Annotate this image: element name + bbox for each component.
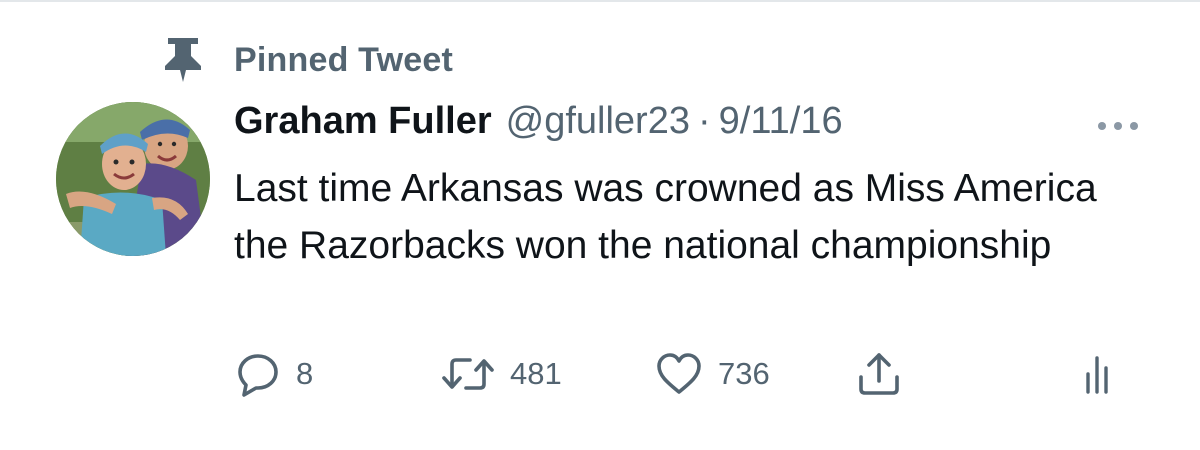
retweet-icon xyxy=(440,350,496,398)
pinned-indicator: Pinned Tweet xyxy=(160,36,453,84)
tweet-date[interactable]: 9/11/16 xyxy=(719,100,843,143)
more-options-icon xyxy=(1096,120,1140,132)
more-options-button[interactable] xyxy=(1090,106,1146,146)
tweet-header: Graham Fuller @gfuller23 · 9/11/16 xyxy=(234,100,843,150)
author-handle[interactable]: @gfuller23 xyxy=(506,100,690,143)
top-divider xyxy=(0,0,1200,2)
like-button[interactable]: 736 xyxy=(654,344,770,404)
pinned-label: Pinned Tweet xyxy=(234,40,454,79)
retweet-button[interactable]: 481 xyxy=(440,344,562,404)
reply-button[interactable]: 8 xyxy=(234,344,313,404)
reply-icon xyxy=(234,350,282,398)
retweet-count: 481 xyxy=(510,356,562,391)
analytics-icon xyxy=(1082,350,1118,398)
share-icon xyxy=(854,349,904,399)
like-count: 736 xyxy=(718,356,770,391)
pin-icon xyxy=(160,36,206,84)
tweet-text: Last time Arkansas was crowned as Miss A… xyxy=(234,167,1097,267)
reply-count: 8 xyxy=(296,356,314,391)
like-icon xyxy=(654,350,704,398)
tweet-actions: 8 481 736 xyxy=(234,344,1134,404)
analytics-button[interactable] xyxy=(1082,344,1118,404)
avatar[interactable] xyxy=(56,102,210,256)
share-button[interactable] xyxy=(854,344,904,404)
header-separator: · xyxy=(697,100,711,142)
author-name[interactable]: Graham Fuller xyxy=(234,100,492,143)
